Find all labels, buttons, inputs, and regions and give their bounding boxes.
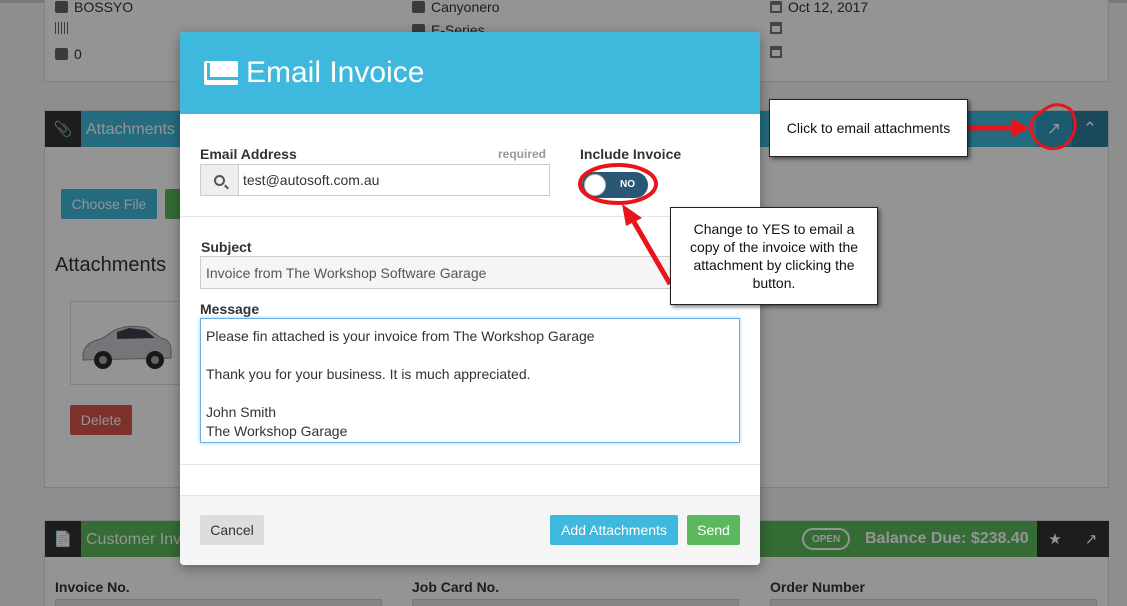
arrowhead-right-icon — [1012, 119, 1030, 137]
annotation-layer — [578, 103, 1077, 286]
arrowhead-up-icon — [622, 204, 642, 226]
email-button-highlight-circle — [1029, 103, 1077, 151]
email-attachments-callout: Click to email attachments — [769, 99, 968, 157]
arrow-to-toggle — [631, 220, 673, 286]
include-invoice-callout: Change to YES to email a copy of the inv… — [670, 207, 878, 305]
toggle-highlight-circle — [578, 163, 658, 205]
